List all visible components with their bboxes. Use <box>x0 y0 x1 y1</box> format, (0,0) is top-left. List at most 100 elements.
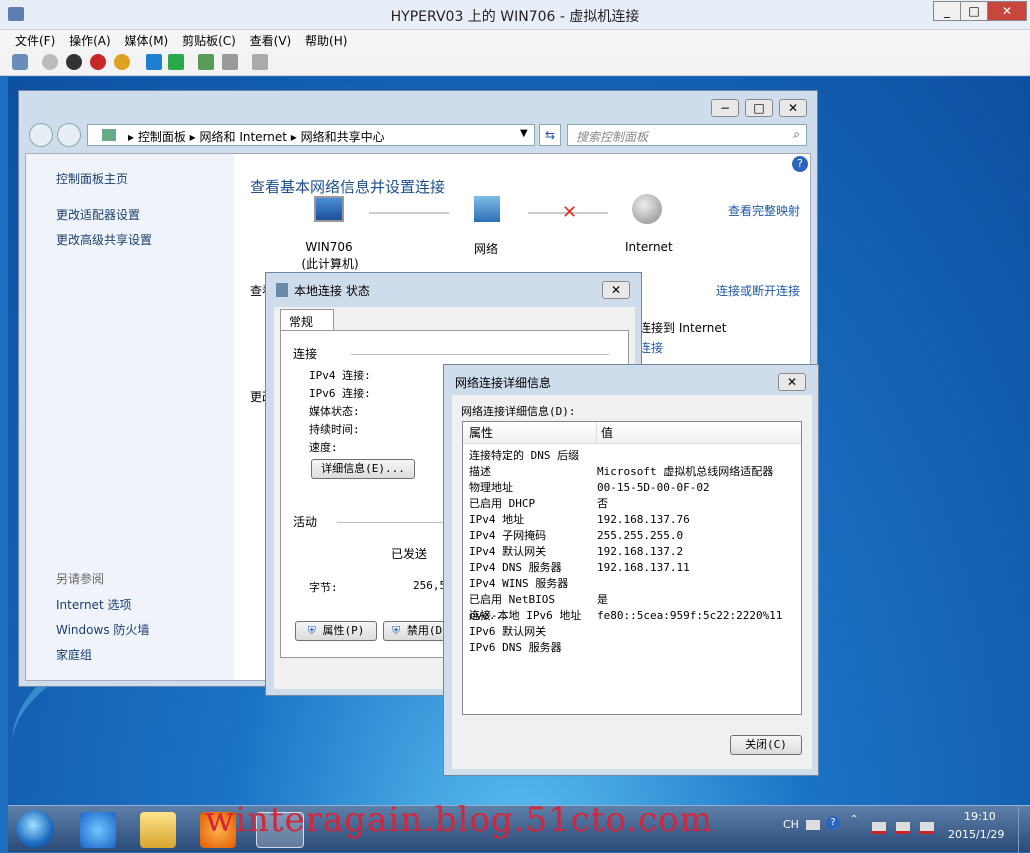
details-rows: 连接特定的 DNS 后缀 描述 Microsoft 虚拟机总线网络适配器 物理地址… <box>463 444 801 656</box>
watermark-text: winteragain.blog.51cto.com <box>205 800 713 840</box>
chevron-down-icon[interactable]: ▼ <box>520 128 528 139</box>
node-computer-sub: (此计算机) <box>301 257 359 271</box>
vm-window-title: HYPERV03 上的 WIN706 - 虚拟机连接 <box>390 9 640 25</box>
search-icon[interactable]: ⌕ <box>793 127 800 142</box>
link-full-map[interactable]: 查看完整映射 <box>728 202 800 219</box>
link-line <box>369 212 449 214</box>
help-icon[interactable]: ? <box>826 816 840 830</box>
resume-icon[interactable] <box>168 54 184 70</box>
clock-time[interactable]: 19:10 <box>964 810 996 823</box>
shutdown-icon[interactable] <box>90 54 106 70</box>
shield-icon: ⛨ <box>307 624 316 637</box>
file-explorer-icon[interactable] <box>140 812 176 848</box>
snapshot-icon[interactable] <box>198 54 214 70</box>
table-row: 描述 Microsoft 虚拟机总线网络适配器 <box>469 465 774 478</box>
table-row: 已启用 NetBIOS ove... 是 <box>469 593 608 622</box>
link-connect-disconnect[interactable]: 连接或断开连接 <box>716 282 800 299</box>
vm-toolbar <box>0 50 1030 76</box>
page-title: 查看基本网络信息并设置连接 <box>250 178 446 196</box>
table-row: IPv4 DNS 服务器 192.168.137.11 <box>469 561 690 574</box>
disconnected-x-icon: ✕ <box>562 202 578 223</box>
nav-adapter-settings[interactable]: 更改适配器设置 <box>56 206 140 223</box>
show-desktop-button[interactable] <box>1018 806 1030 853</box>
col-value[interactable]: 值 <box>597 422 801 443</box>
menu-view[interactable]: 查看(V) <box>245 30 297 51</box>
nav-control-panel-home[interactable]: 控制面板主页 <box>56 170 128 187</box>
col-property[interactable]: 属性 <box>463 422 597 443</box>
close-button[interactable]: ✕ <box>987 1 1027 21</box>
close-dialog-button[interactable]: 关闭(C) <box>730 735 802 755</box>
field-ipv6: IPv6 连接: <box>309 387 371 400</box>
breadcrumb-network-internet[interactable]: 网络和 Internet <box>200 130 287 144</box>
internet-explorer-icon[interactable] <box>80 812 116 848</box>
breadcrumb-network-center[interactable]: 网络和共享中心 <box>301 130 385 144</box>
table-row: IPv6 默认网关 <box>469 625 547 638</box>
close-button[interactable]: ✕ <box>779 99 807 117</box>
turn-off-icon[interactable] <box>66 54 82 70</box>
tray-overflow-icon[interactable]: ⌃ <box>850 814 858 825</box>
section-connection: 连接 <box>293 347 318 361</box>
field-speed: 速度: <box>309 441 338 454</box>
network-tray-icon[interactable] <box>896 822 910 834</box>
node-internet: Internet <box>625 240 673 254</box>
globe-icon <box>632 194 662 224</box>
maximize-button[interactable]: □ <box>745 99 773 117</box>
menu-file[interactable]: 文件(F) <box>10 30 60 51</box>
field-ipv4: IPv4 连接: <box>309 369 371 382</box>
vm-menu-bar: 文件(F) 操作(A) 媒体(M) 剪贴板(C) 查看(V) 帮助(H) <box>0 30 1030 50</box>
close-button[interactable]: ✕ <box>778 373 806 391</box>
maximize-button[interactable]: □ <box>960 1 988 21</box>
link-connect-partial[interactable]: 连接 <box>639 339 663 356</box>
ctrl-alt-del-icon[interactable] <box>12 54 28 70</box>
link-homegroup[interactable]: 家庭组 <box>56 646 92 663</box>
menu-clipboard[interactable]: 剪贴板(C) <box>177 30 241 51</box>
computer-icon <box>314 196 344 222</box>
refresh-icon[interactable]: ⇆ <box>539 124 561 146</box>
bytes-sent-value: 256,5 <box>413 579 447 592</box>
sent-label: 已发送 <box>391 547 428 561</box>
help-icon[interactable]: ? <box>792 156 808 172</box>
tab-general[interactable]: 常规 <box>280 309 334 331</box>
table-row: 物理地址 00-15-5D-00-0F-02 <box>469 481 710 494</box>
nav-advanced-sharing[interactable]: 更改高级共享设置 <box>56 231 152 248</box>
table-row: 连接-本地 IPv6 地址 fe80::5cea:959f:5c22:2220%1… <box>469 609 783 622</box>
properties-button[interactable]: ⛨ 属性(P) <box>295 621 377 641</box>
volume-tray-icon[interactable] <box>920 822 934 834</box>
table-row: 已启用 DHCP 否 <box>469 497 608 510</box>
minimize-button[interactable]: _ <box>933 1 961 21</box>
table-row: IPv4 WINS 服务器 <box>469 577 569 590</box>
menu-action[interactable]: 操作(A) <box>64 30 116 51</box>
connect-to-internet-label: 连接到 Internet <box>639 321 727 335</box>
close-button[interactable]: ✕ <box>602 281 630 299</box>
enhanced-session-icon[interactable] <box>252 54 268 70</box>
link-windows-firewall[interactable]: Windows 防火墙 <box>56 621 149 638</box>
menu-help[interactable]: 帮助(H) <box>300 30 352 51</box>
language-indicator[interactable]: CH <box>783 818 799 831</box>
start-icon[interactable] <box>42 54 58 70</box>
menu-media[interactable]: 媒体(M) <box>120 30 174 51</box>
connection-details-dialog: 网络连接详细信息 ✕ 网络连接详细信息(D): 属性 值 连接特定的 DNS 后… <box>443 364 819 776</box>
keyboard-icon[interactable] <box>806 820 820 830</box>
action-center-icon[interactable] <box>872 822 886 834</box>
revert-icon[interactable] <box>222 54 238 70</box>
section-activity: 活动 <box>293 515 318 529</box>
save-icon[interactable] <box>114 54 130 70</box>
pause-icon[interactable] <box>146 54 162 70</box>
forward-icon[interactable] <box>57 123 81 147</box>
start-orb-icon[interactable] <box>16 810 54 848</box>
details-button[interactable]: 详细信息(E)... <box>311 459 415 479</box>
breadcrumb-control-panel[interactable]: 控制面板 <box>138 130 186 144</box>
minimize-button[interactable]: − <box>711 99 739 117</box>
back-icon[interactable] <box>29 123 53 147</box>
details-list[interactable]: 属性 值 连接特定的 DNS 后缀 描述 Microsoft 虚拟机总线网络适配器… <box>462 421 802 715</box>
search-input[interactable]: 搜索控制面板 ⌕ <box>567 124 807 146</box>
table-row: IPv6 DNS 服务器 <box>469 641 562 654</box>
link-internet-options[interactable]: Internet 选项 <box>56 596 131 613</box>
node-computer-name: WIN706 <box>305 240 353 254</box>
table-row: IPv4 地址 192.168.137.76 <box>469 513 690 526</box>
table-row: IPv4 子网掩码 255.255.255.0 <box>469 529 684 542</box>
network-icon <box>474 196 500 222</box>
address-bar[interactable]: ▸ 控制面板 ▸ 网络和 Internet ▸ 网络和共享中心 ▼ <box>87 124 535 146</box>
clock-date[interactable]: 2015/1/29 <box>948 828 1004 841</box>
shield-icon: ⛨ <box>392 624 401 637</box>
